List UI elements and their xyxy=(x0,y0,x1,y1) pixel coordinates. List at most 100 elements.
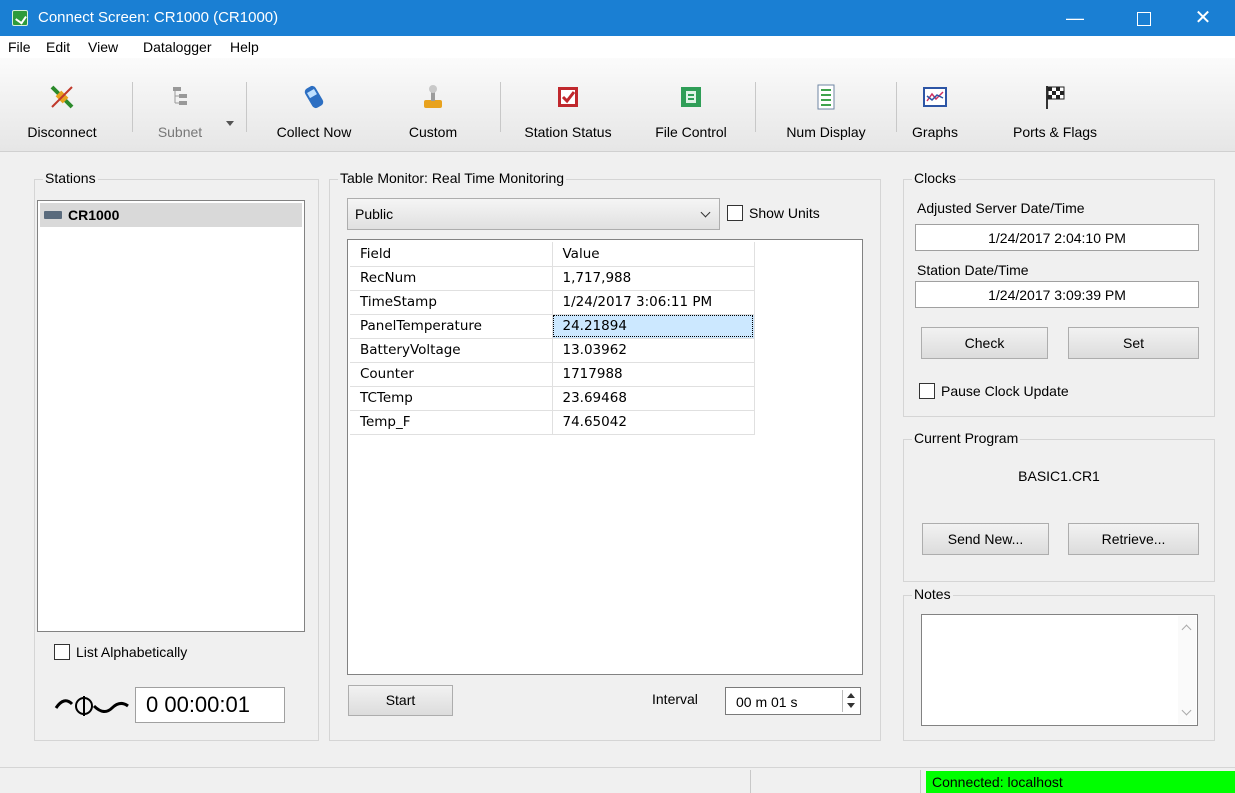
spin-down-icon[interactable] xyxy=(847,703,855,708)
table-select[interactable]: Public xyxy=(347,198,720,230)
table-row[interactable]: Counter 1717988 xyxy=(350,362,755,387)
subnet-tree-icon xyxy=(173,87,187,105)
value-cell[interactable]: 13.03962 xyxy=(552,338,755,363)
field-cell[interactable]: BatteryVoltage xyxy=(350,338,553,363)
value-cell[interactable]: 74.65042 xyxy=(552,410,755,435)
column-header-field[interactable]: Field xyxy=(350,242,553,267)
menu-bar: File Edit View Datalogger Help xyxy=(0,36,1235,58)
value-cell[interactable]: 23.69468 xyxy=(552,386,755,411)
title-bar: Connect Screen: CR1000 (CR1000) — ✕ xyxy=(0,0,1235,36)
subnet-button[interactable]: Subnet xyxy=(140,58,220,152)
toolbar-separator xyxy=(246,82,247,132)
ports-flags-label: Ports & Flags xyxy=(1012,124,1098,140)
datalogger-icon xyxy=(44,211,62,219)
data-grid[interactable]: Field Value RecNum 1,717,988 TimeStamp 1… xyxy=(347,239,863,675)
field-cell[interactable]: TCTemp xyxy=(350,386,553,411)
status-pane-divider xyxy=(920,770,921,793)
stations-title: Stations xyxy=(43,170,98,186)
menu-file[interactable]: File xyxy=(8,39,31,55)
graphs-button[interactable]: Graphs xyxy=(900,58,970,152)
field-cell[interactable]: Counter xyxy=(350,362,553,387)
station-item-label: CR1000 xyxy=(68,207,120,223)
toolbar-separator xyxy=(132,82,133,132)
table-row[interactable]: BatteryVoltage 13.03962 xyxy=(350,338,755,363)
close-button[interactable]: ✕ xyxy=(1177,0,1229,36)
show-units-label: Show Units xyxy=(749,205,820,221)
pause-clock-checkbox[interactable] xyxy=(919,383,935,399)
notes-textarea[interactable] xyxy=(921,614,1198,726)
graph-chart-icon xyxy=(923,87,947,107)
collect-now-button[interactable]: Collect Now xyxy=(258,58,370,152)
menu-help[interactable]: Help xyxy=(230,39,259,55)
station-item-cr1000[interactable]: CR1000 xyxy=(40,203,302,227)
station-time-value: 1/24/2017 3:09:39 PM xyxy=(915,281,1199,308)
field-cell[interactable]: TimeStamp xyxy=(350,290,553,315)
retrieve-button[interactable]: Retrieve... xyxy=(1068,523,1199,555)
field-cell[interactable]: Temp_F xyxy=(350,410,553,435)
file-control-label: File Control xyxy=(655,124,727,140)
table-row[interactable]: TCTemp 23.69468 xyxy=(350,386,755,411)
maximize-button[interactable] xyxy=(1117,0,1169,36)
status-pane-divider xyxy=(750,770,751,793)
table-row[interactable]: TimeStamp 1/24/2017 3:06:11 PM xyxy=(350,290,755,315)
menu-view[interactable]: View xyxy=(88,39,118,55)
data-table: Field Value RecNum 1,717,988 TimeStamp 1… xyxy=(350,242,755,435)
ports-flags-button[interactable]: Ports & Flags xyxy=(1000,58,1110,152)
subnet-label: Subnet xyxy=(157,124,203,140)
app-icon xyxy=(12,10,28,26)
window-title: Connect Screen: CR1000 (CR1000) xyxy=(38,9,279,26)
disconnect-button[interactable]: Disconnect xyxy=(6,58,118,152)
toolbar-separator xyxy=(500,82,501,132)
interval-value: 00 m 01 s xyxy=(736,694,798,710)
check-button[interactable]: Check xyxy=(921,327,1048,359)
station-status-button[interactable]: Station Status xyxy=(508,58,628,152)
interval-spinner[interactable]: 00 m 01 s xyxy=(725,687,861,715)
num-display-label: Num Display xyxy=(786,124,866,140)
value-cell[interactable]: 1717988 xyxy=(552,362,755,387)
current-program-group: Current Program xyxy=(903,430,1215,582)
num-display-icon xyxy=(817,84,835,110)
custom-button[interactable]: Custom xyxy=(388,58,478,152)
num-display-button[interactable]: Num Display xyxy=(766,58,886,152)
notes-title: Notes xyxy=(912,586,953,602)
file-control-button[interactable]: File Control xyxy=(636,58,746,152)
list-alphabetically-label: List Alphabetically xyxy=(76,644,188,660)
custom-label: Custom xyxy=(408,124,458,140)
show-units-checkbox[interactable] xyxy=(727,205,743,221)
spinner-arrows[interactable] xyxy=(842,690,858,712)
toolbar: Disconnect Subnet Collect Now Custom Sta… xyxy=(0,58,1235,152)
column-header-value[interactable]: Value xyxy=(552,242,755,267)
value-cell[interactable]: 1,717,988 xyxy=(552,266,755,291)
field-cell[interactable]: PanelTemperature xyxy=(350,314,553,339)
spin-up-icon[interactable] xyxy=(847,693,855,698)
table-row[interactable]: RecNum 1,717,988 xyxy=(350,266,755,291)
list-alphabetically-checkbox[interactable] xyxy=(54,644,70,660)
stations-list[interactable]: CR1000 xyxy=(37,200,305,632)
field-cell[interactable]: RecNum xyxy=(350,266,553,291)
table-row[interactable]: PanelTemperature 24.21894 xyxy=(350,314,755,339)
server-time-value: 1/24/2017 2:04:10 PM xyxy=(915,224,1199,251)
send-new-button[interactable]: Send New... xyxy=(922,523,1049,555)
elapsed-timer: 0 00:00:01 xyxy=(135,687,285,723)
pause-clock-label: Pause Clock Update xyxy=(941,383,1069,399)
value-cell-selected[interactable]: 24.21894 xyxy=(552,314,755,339)
chevron-down-icon xyxy=(700,207,711,218)
table-select-value: Public xyxy=(355,206,394,222)
subnet-dropdown-arrow-icon[interactable] xyxy=(226,121,234,126)
set-button[interactable]: Set xyxy=(1068,327,1199,359)
minimize-button[interactable]: — xyxy=(1049,0,1101,36)
server-time-label: Adjusted Server Date/Time xyxy=(917,200,1085,216)
connection-status: Connected: localhost xyxy=(926,771,1235,793)
start-button[interactable]: Start xyxy=(348,685,453,716)
menu-edit[interactable]: Edit xyxy=(46,39,70,55)
custom-joystick-icon xyxy=(424,85,442,108)
collect-phone-icon xyxy=(304,85,324,109)
interval-label: Interval xyxy=(652,691,698,707)
value-cell[interactable]: 1/24/2017 3:06:11 PM xyxy=(552,290,755,315)
menu-datalogger[interactable]: Datalogger xyxy=(143,39,212,55)
table-header-row: Field Value xyxy=(350,242,755,267)
notes-scrollbar[interactable] xyxy=(1178,616,1196,724)
toolbar-separator xyxy=(755,82,756,132)
station-time-label: Station Date/Time xyxy=(917,262,1029,278)
table-row[interactable]: Temp_F 74.65042 xyxy=(350,410,755,435)
